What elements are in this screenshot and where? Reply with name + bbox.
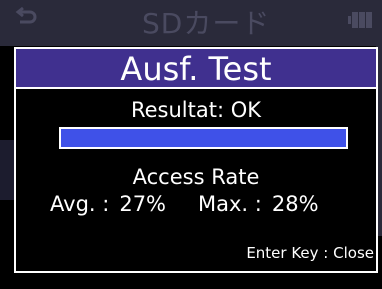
background-list-strip xyxy=(0,140,14,200)
access-rate-stats: Avg. : 27% Max. : 28% xyxy=(50,191,319,217)
dialog-title-bar: Ausf. Test xyxy=(16,49,376,89)
close-hint[interactable]: Enter Key : Close xyxy=(246,243,374,263)
access-rate-label: Access Rate xyxy=(132,165,260,189)
avg-label: Avg. : xyxy=(50,192,110,216)
battery-icon xyxy=(348,12,376,28)
progress-bar xyxy=(59,127,348,149)
dialog-title: Ausf. Test xyxy=(120,50,272,88)
background-header: SDカード xyxy=(0,0,382,46)
device-screen: SDカード Ausf. Test Resultat: OK Access Rat… xyxy=(0,0,382,289)
back-arrow-icon xyxy=(14,6,38,30)
max-value: 28% xyxy=(271,192,319,216)
max-label: Max. : xyxy=(198,192,262,216)
test-result-dialog: Ausf. Test Resultat: OK Access Rate Avg.… xyxy=(14,47,378,273)
progress-bar-fill xyxy=(61,129,346,147)
background-title: SDカード xyxy=(142,7,271,40)
avg-value: 27% xyxy=(119,192,167,216)
result-status: Resultat: OK xyxy=(130,98,262,122)
